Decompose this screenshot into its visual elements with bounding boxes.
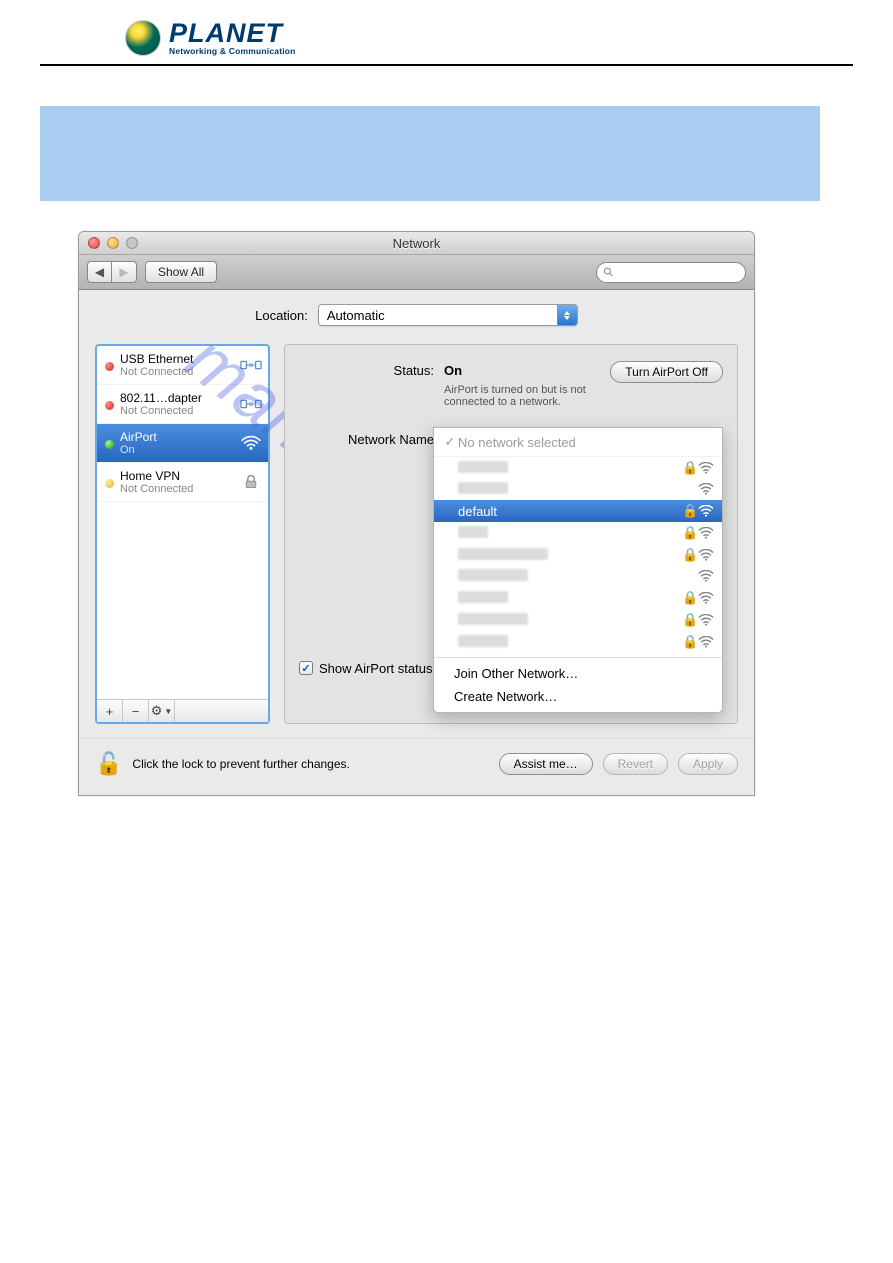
network-option[interactable] [434,566,722,587]
network-option[interactable]: 🔒 [434,587,722,609]
interface-status: Not Connected [120,483,234,495]
join-other-network-item[interactable]: Join Other Network… [434,662,722,685]
menu-separator [434,657,722,658]
network-option[interactable]: 🔒 [434,631,722,653]
apply-button[interactable]: Apply [678,753,738,775]
search-icon [603,266,614,278]
zoom-button[interactable] [126,237,138,249]
search-input[interactable] [617,266,739,278]
interface-name: AirPort [120,430,234,444]
wifi-icon [698,527,714,539]
sidebar-item-80211-adapter[interactable]: 802.11…dapter Not Connected [97,385,268,424]
lock-icon: 🔒 [682,460,694,476]
dropdown-header: No network selected [458,435,576,450]
wifi-icon [698,570,714,582]
brand-name: PLANET [169,20,296,47]
network-option-label: default [458,504,682,519]
wifi-icon [698,614,714,626]
interface-name: Home VPN [120,469,234,483]
lock-icon: 🔒 [682,634,694,650]
add-interface-button[interactable]: + [97,700,123,722]
show-status-checkbox[interactable] [299,661,313,675]
network-option[interactable] [434,479,722,500]
status-description: AirPort is turned on but is not connecte… [444,384,600,408]
network-name-label: Network Name [299,430,434,447]
globe-icon [125,20,161,56]
revert-button[interactable]: Revert [603,753,668,775]
unlock-icon[interactable]: 🔓 [95,751,122,777]
interface-list: USB Ethernet Not Connected 802.11…dapter… [97,346,268,699]
lock-hint-text: Click the lock to prevent further change… [132,757,488,771]
select-arrows-icon [557,305,577,325]
status-dot-icon [105,479,114,488]
lock-icon: 🔒 [682,525,694,541]
close-button[interactable] [88,237,100,249]
ethernet-icon [240,396,262,412]
sidebar-tools: + − ⚙▼ [97,699,268,722]
lock-icon: 🔒 [682,547,694,563]
window-content: Location: Automatic USB Ethernet Not Con… [79,290,754,738]
ethernet-icon [240,357,262,373]
sidebar-item-airport[interactable]: AirPort On [97,424,268,463]
forward-button[interactable]: ▶ [112,261,137,283]
wifi-icon [698,505,714,517]
lock-icon: 🔒 [682,503,694,519]
step-callout [40,106,820,201]
window-toolbar: ◀ ▶ Show All [79,255,754,290]
status-dot-icon [105,362,114,371]
window-titlebar: Network [79,232,754,255]
back-button[interactable]: ◀ [87,261,112,283]
brand-tagline: Networking & Communication [169,47,296,56]
brand-logo: PLANET Networking & Communication [125,20,768,56]
sidebar-item-usb-ethernet[interactable]: USB Ethernet Not Connected [97,346,268,385]
lock-icon: 🔒 [682,590,694,606]
gear-icon: ⚙ [151,703,163,719]
airport-detail-panel: Status: On AirPort is turned on but is n… [284,344,738,724]
location-value: Automatic [327,308,385,323]
window-title: Network [79,232,754,255]
interface-sidebar: USB Ethernet Not Connected 802.11…dapter… [95,344,270,724]
interface-status: Not Connected [120,366,234,378]
location-label: Location: [255,308,308,323]
interface-status: Not Connected [120,405,234,417]
wifi-icon [240,435,262,451]
status-value: On [444,361,600,378]
remove-interface-button[interactable]: − [123,700,149,722]
network-option[interactable]: 🔒 [434,544,722,566]
sidebar-item-home-vpn[interactable]: Home VPN Not Connected [97,463,268,502]
network-option-default[interactable]: default 🔒 [434,500,722,522]
network-dropdown[interactable]: ✓ No network selected 🔒 [433,427,723,713]
wifi-icon [698,549,714,561]
check-icon: ✓ [442,434,458,450]
wifi-icon [698,592,714,604]
interface-name: 802.11…dapter [120,391,234,405]
location-select[interactable]: Automatic [318,304,578,326]
lock-icon: 🔒 [682,612,694,628]
create-network-item[interactable]: Create Network… [434,685,722,708]
network-option[interactable]: 🔒 [434,609,722,631]
interface-name: USB Ethernet [120,352,234,366]
status-label: Status: [299,361,434,378]
minimize-button[interactable] [107,237,119,249]
interface-status: On [120,444,234,456]
window-footer: 🔓 Click the lock to prevent further chan… [79,738,754,795]
wifi-icon [698,462,714,474]
wifi-icon [698,483,714,495]
status-dot-icon [105,440,114,449]
status-dot-icon [105,401,114,410]
search-field[interactable] [596,262,746,283]
network-option[interactable]: 🔒 [434,522,722,544]
chevron-down-icon: ▼ [164,707,172,716]
lock-icon [240,474,262,490]
show-all-button[interactable]: Show All [145,261,217,283]
turn-airport-off-button[interactable]: Turn AirPort Off [610,361,723,383]
assist-me-button[interactable]: Assist me… [499,753,593,775]
network-window: manualshive.com Network ◀ ▶ Show All Loc… [78,231,755,796]
network-option[interactable]: 🔒 [434,457,722,479]
wifi-icon [698,636,714,648]
gear-menu-button[interactable]: ⚙▼ [149,700,175,722]
page-header: PLANET Networking & Communication [40,0,853,66]
